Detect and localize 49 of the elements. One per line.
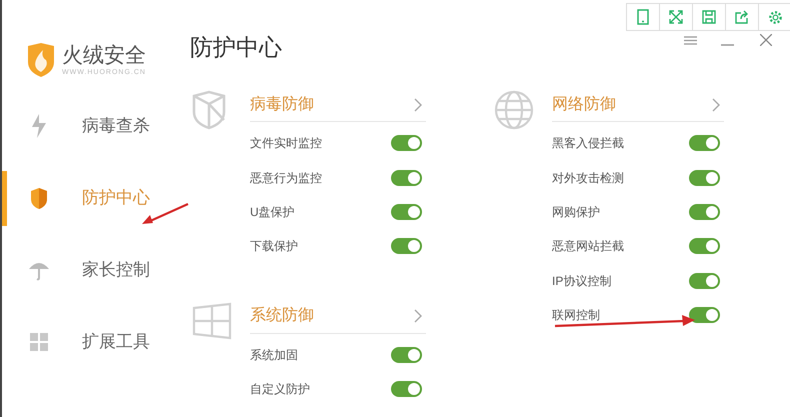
shield-icon — [30, 188, 48, 208]
setting-label: 恶意网站拦截 — [552, 238, 624, 256]
setting-label: U盘保护 — [250, 204, 295, 221]
setting-label: IP协议控制 — [552, 272, 612, 290]
toggle-switch[interactable] — [391, 381, 422, 398]
setting-label: 下载保护 — [250, 238, 298, 256]
toggle-switch[interactable] — [689, 307, 720, 324]
close-icon[interactable] — [760, 34, 772, 46]
toggle-switch[interactable] — [391, 238, 422, 254]
toggle-switch[interactable] — [689, 238, 720, 254]
setting-label: 系统加固 — [250, 346, 298, 364]
setting-label: 恶意行为监控 — [250, 170, 322, 187]
toggle-switch[interactable] — [391, 170, 422, 186]
section-title: 系统防御 — [250, 306, 314, 326]
sidebar-item[interactable]: 病毒查杀 — [82, 113, 150, 139]
toggle-switch[interactable] — [391, 135, 422, 152]
app-name: 火绒安全 — [62, 44, 146, 68]
setting-label: 黑客入侵拦截 — [552, 135, 624, 152]
page-title: 防护中心 — [190, 33, 282, 62]
sidebar-item[interactable]: 家长控制 — [82, 257, 150, 283]
minimize-icon[interactable] — [721, 44, 734, 46]
toggle-switch[interactable] — [689, 204, 720, 220]
settings-icon[interactable] — [768, 10, 783, 24]
chevron-right-icon[interactable] — [414, 309, 422, 324]
fullscreen-icon[interactable] — [669, 10, 683, 24]
toggle-switch[interactable] — [689, 170, 720, 186]
windows-icon — [192, 302, 232, 340]
toggle-switch[interactable] — [689, 272, 720, 289]
grid-icon — [30, 333, 48, 351]
section-title: 网络防御 — [552, 94, 616, 114]
sidebar-item[interactable]: 扩展工具 — [82, 329, 150, 355]
setting-label: 联网控制 — [552, 307, 600, 324]
setting-label: 文件实时监控 — [250, 135, 322, 152]
shield-outline-icon — [192, 90, 226, 130]
shield-flame-logo-icon — [26, 42, 56, 78]
toggle-switch[interactable] — [689, 135, 720, 152]
chevron-right-icon[interactable] — [712, 98, 720, 112]
share-icon[interactable] — [735, 10, 749, 24]
chevron-right-icon[interactable] — [414, 98, 422, 112]
setting-label: 对外攻击检测 — [552, 170, 624, 187]
toggle-switch[interactable] — [391, 346, 422, 363]
section-title: 病毒防御 — [250, 94, 314, 114]
lightning-icon — [30, 114, 48, 138]
menu-icon[interactable] — [684, 36, 697, 45]
toggle-switch[interactable] — [391, 204, 422, 220]
globe-icon — [494, 90, 534, 130]
tablet-icon[interactable] — [637, 9, 649, 25]
setting-label: 自定义防护 — [250, 381, 310, 398]
setting-label: 网购保护 — [552, 204, 600, 221]
